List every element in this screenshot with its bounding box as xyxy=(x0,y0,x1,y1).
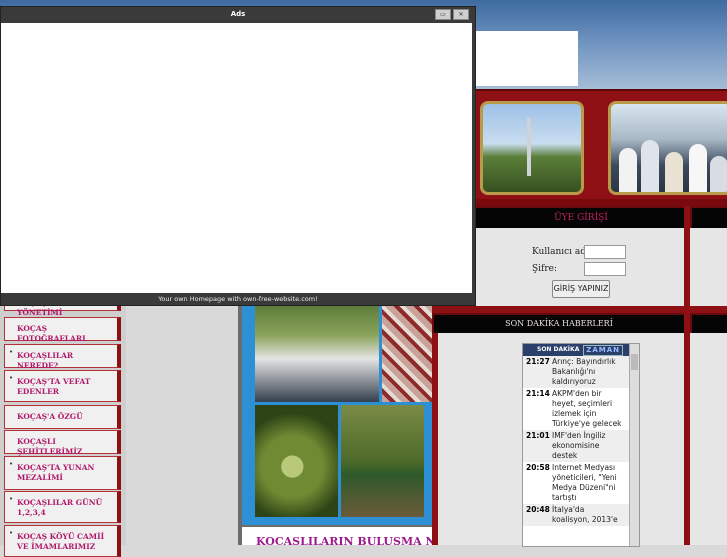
navigation-sidebar: KOÇAŞ KÖYÜ YÖNETİMİ KOÇAŞ FOTOĞRAFLARI •… xyxy=(0,295,126,557)
sidebar-item-mosque-imams[interactable]: • KOÇAŞ KÖYÜ CAMİİ VE İMAMLARIMIZ xyxy=(4,525,121,557)
banner-blank-area xyxy=(474,31,578,86)
sidebar-item-deceased[interactable]: • KOÇAŞ'TA VEFAT EDENLER xyxy=(4,370,121,402)
person-figure xyxy=(641,140,659,192)
news-item[interactable]: 21:14 AKPM'den bir heyet, seçimleri izle… xyxy=(523,388,639,430)
close-icon[interactable]: ✕ xyxy=(453,9,469,20)
bullet-icon: • xyxy=(9,529,14,537)
minaret-shape xyxy=(527,118,531,176)
sidebar-item-kocaslilar-day[interactable]: • KOÇAŞLILAR GÜNÜ 1,2,3,4 xyxy=(4,491,121,523)
username-field[interactable] xyxy=(584,245,626,259)
sidebar-item-label: KOÇAŞ'TA YUNAN MEZALİMİ xyxy=(17,463,95,482)
person-figure xyxy=(710,156,727,192)
sidebar-item-photos[interactable]: KOÇAŞ FOTOĞRAFLARI xyxy=(4,317,121,343)
popup-title: Ads xyxy=(230,10,246,18)
sidebar-item-greek-massacre[interactable]: • KOÇAŞ'TA YUNAN MEZALİMİ xyxy=(4,456,121,490)
news-widget-title: SON DAKİKA ZAMAN xyxy=(523,344,639,356)
caption-title: KOÇAŞLILARIN BULUŞMA NOKTASI xyxy=(256,535,432,545)
person-figure xyxy=(665,152,683,192)
zaman-logo: ZAMAN xyxy=(583,345,623,356)
bullet-icon: • xyxy=(9,348,14,356)
frame-divider xyxy=(432,333,438,545)
news-time: 20:48 xyxy=(526,505,550,514)
news-list: 21:27 Arınç: Bayındırlık Bakanlığı'nı ka… xyxy=(523,356,639,526)
frame-divider xyxy=(684,206,690,306)
sidebar-item-label: KOÇAŞ KÖYÜ CAMİİ VE İMAMLARIMIZ xyxy=(17,532,105,551)
popup-content xyxy=(1,23,472,293)
maximize-icon[interactable]: ▭ xyxy=(435,9,451,20)
person-figure xyxy=(619,148,637,192)
news-item[interactable]: 21:27 Arınç: Bayındırlık Bakanlığı'nı ka… xyxy=(523,356,639,388)
news-time: 21:01 xyxy=(526,431,550,440)
person-figure xyxy=(689,144,707,192)
username-label: Kullanıcı adı: xyxy=(532,247,592,257)
login-button[interactable]: GİRİŞ YAPINIZ xyxy=(552,280,610,298)
news-headline[interactable]: Arınç: Bayındırlık Bakanlığı'nı kaldırıy… xyxy=(552,357,622,387)
watermelon-photo xyxy=(341,405,424,517)
news-headline[interactable]: IMF'den İngiliz ekonomisine destek xyxy=(552,431,622,461)
news-scrollbar[interactable] xyxy=(629,344,639,546)
grapes-photo xyxy=(255,405,338,517)
villagers-group-photo xyxy=(608,101,727,195)
password-label: Şifre: xyxy=(532,264,558,274)
ads-popup-window: Ads ▭ ✕ Your own Homepage with own-free-… xyxy=(0,6,476,306)
bullet-icon: • xyxy=(9,460,14,468)
breaking-news-header: SON DAKİKA HABERLERİ xyxy=(432,313,686,335)
sidebar-item-label: KOÇAŞLILAR GÜNÜ 1,2,3,4 xyxy=(17,498,103,517)
news-ticker-widget: SON DAKİKA ZAMAN 21:27 Arınç: Bayındırlı… xyxy=(522,343,640,547)
sidebar-item-label: KOÇAŞ'A ÖZGÜ xyxy=(17,412,83,421)
sidebar-item-unique[interactable]: KOÇAŞ'A ÖZGÜ xyxy=(4,405,121,429)
picnic-photo xyxy=(382,306,432,402)
news-item[interactable]: 20:48 İtalya'da koalisyon, 2013'e xyxy=(523,504,639,526)
news-time: 20:58 xyxy=(526,463,550,472)
password-field[interactable] xyxy=(584,262,626,276)
header-bar-extension xyxy=(690,206,727,230)
sidebar-item-label: KOÇAŞ'TA VEFAT EDENLER xyxy=(17,377,91,396)
sidebar-item-martyrs[interactable]: KOÇAŞLI ŞEHİTLERİMİZ xyxy=(4,430,121,456)
popup-footer-link[interactable]: Your own Homepage with own-free-website.… xyxy=(1,293,475,305)
bullet-icon: • xyxy=(9,495,14,503)
news-widget-label: SON DAKİKA xyxy=(537,346,580,353)
news-time: 21:14 xyxy=(526,389,550,398)
news-headline[interactable]: İtalya'da koalisyon, 2013'e xyxy=(552,505,622,525)
news-item[interactable]: 21:01 IMF'den İngiliz ekonomisine destek xyxy=(523,430,639,462)
news-headline[interactable]: AKPM'den bir heyet, seçimleri izlemek iç… xyxy=(552,389,622,429)
header-photo-strip xyxy=(474,89,727,203)
sidebar-item-where-are-they[interactable]: • KOÇAŞLILAR NEREDE? xyxy=(4,344,121,370)
news-time: 21:27 xyxy=(526,357,550,366)
photo-collage xyxy=(242,303,432,525)
scrollbar-thumb[interactable] xyxy=(631,354,638,370)
news-item[interactable]: 20:58 Internet Medyası yöneticileri, "Ye… xyxy=(523,462,639,504)
village-mosque-photo xyxy=(480,101,584,195)
header-bar-extension xyxy=(690,313,727,335)
gathering-photo xyxy=(255,306,379,402)
popup-window-controls: ▭ ✕ xyxy=(435,9,469,20)
member-login-header: ÜYE GİRİŞİ xyxy=(474,206,688,230)
bullet-icon: • xyxy=(9,374,14,382)
news-headline[interactable]: Internet Medyası yöneticileri, "Yeni Med… xyxy=(552,463,622,503)
welcome-caption: KOÇAŞLILARIN BULUŞMA NOKTASI xyxy=(242,527,432,545)
frame-divider xyxy=(684,313,690,545)
